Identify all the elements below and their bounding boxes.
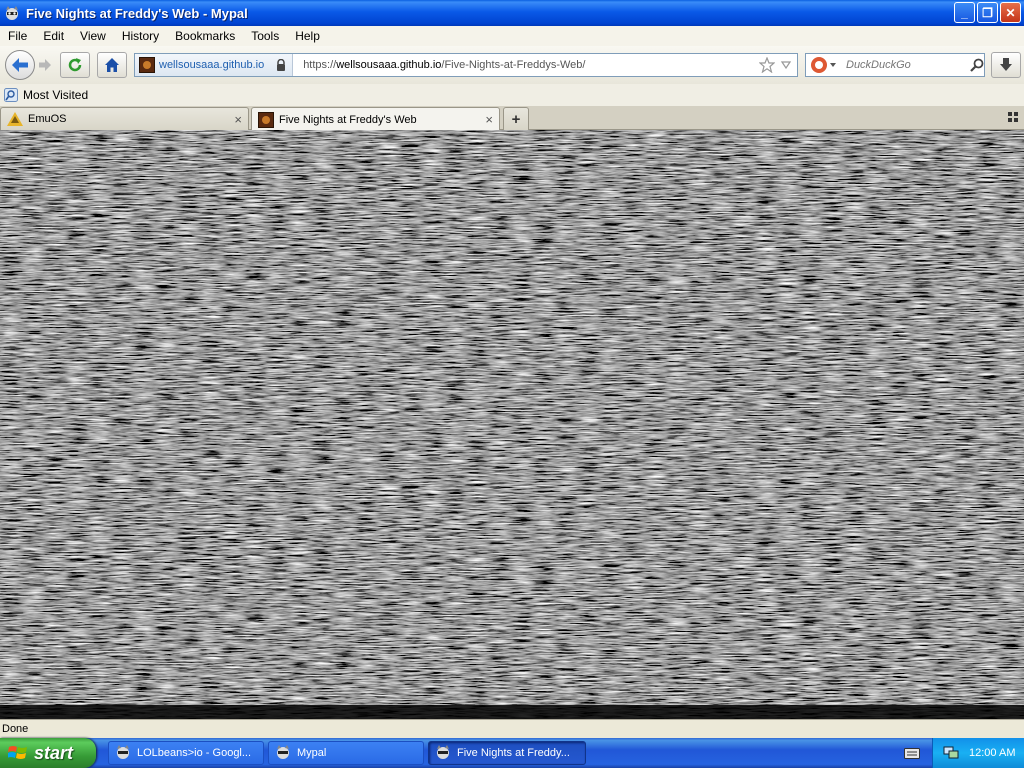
search-bar[interactable] [805,53,985,77]
menu-help[interactable]: Help [287,29,328,43]
site-identity-button[interactable]: wellsousaaa.github.io [135,54,294,76]
menu-bar: File Edit View History Bookmarks Tools H… [0,26,1024,46]
lock-icon [276,59,286,71]
forward-button[interactable] [34,55,56,75]
navigation-toolbar: wellsousaaa.github.io https://wellsousaa… [0,46,1024,84]
reload-icon [68,58,82,72]
title-bar: Five Nights at Freddy's Web - Mypal _ ❐ … [0,0,1024,26]
start-button[interactable]: start [0,738,96,768]
system-tray: 12:00 AM [932,738,1024,768]
emuos-favicon-icon [7,112,23,126]
tab-five-nights-at-freddys-web[interactable]: Five Nights at Freddy's Web × [251,107,500,131]
taskbar-item-five-nights[interactable]: Five Nights at Freddy... [428,741,586,765]
downloads-button[interactable] [991,52,1021,78]
search-icon[interactable] [970,58,984,72]
download-arrow-icon [1000,58,1012,71]
tab-label: EmuOS [28,113,67,125]
mypal-raccoon-icon [275,744,291,763]
tab-close-button[interactable]: × [485,112,493,127]
fnaf-favicon-icon [258,111,274,128]
forward-arrow-icon [39,59,51,71]
tab-close-button[interactable]: × [234,112,242,127]
bookmark-star-icon[interactable] [759,57,775,73]
back-arrow-icon [12,58,28,72]
taskbar-item-mypal[interactable]: Mypal [268,741,424,765]
menu-history[interactable]: History [114,29,167,43]
game-canvas[interactable] [0,130,1024,719]
mypal-raccoon-icon [115,744,131,763]
home-button[interactable] [97,52,127,78]
url-host: wellsousaaa.github.io [336,59,442,71]
clock[interactable]: 12:00 AM [969,747,1015,759]
most-visited-label: Most Visited [23,88,89,102]
minimize-button[interactable]: _ [954,2,975,23]
menu-edit[interactable]: Edit [35,29,72,43]
taskbar-item-label: Five Nights at Freddy... [457,747,570,759]
bookmark-most-visited[interactable]: Most Visited [0,88,88,102]
duckduckgo-icon[interactable] [811,57,827,73]
back-button[interactable] [5,50,35,80]
window-title: Five Nights at Freddy's Web - Mypal [26,5,248,21]
status-text: Done [2,723,29,735]
url-path: /Five-Nights-at-Freddys-Web/ [441,59,586,71]
tab-strip: EmuOS × Five Nights at Freddy's Web × + [0,106,1024,131]
tab-label: Five Nights at Freddy's Web [279,113,417,126]
taskbar: start LOLbeans>io - Googl... Mypal Five … [0,738,1024,768]
tab-list-icon[interactable] [1008,112,1018,122]
reload-button[interactable] [60,52,90,78]
taskbar-item-label: LOLbeans>io - Googl... [137,747,252,759]
url-scheme: https:// [303,59,337,71]
tab-emuos[interactable]: EmuOS × [0,107,249,130]
taskbar-item-lolbeans[interactable]: LOLbeans>io - Googl... [108,741,264,765]
fnaf-favicon-icon [139,57,155,73]
bookmarks-toolbar: Most Visited [0,84,1024,106]
taskbar-item-label: Mypal [297,747,327,759]
engine-dropdown-icon[interactable] [830,63,836,67]
close-button[interactable]: ✕ [1000,2,1021,23]
url-text: https://wellsousaaa.github.io/Five-Night… [303,59,585,71]
menu-file[interactable]: File [0,29,35,43]
mypal-raccoon-icon [4,5,20,21]
menu-bookmarks[interactable]: Bookmarks [167,29,243,43]
search-input[interactable] [846,59,968,71]
site-domain-label: wellsousaaa.github.io [159,59,265,71]
status-bar: Done [0,719,1024,738]
keyboard-language-icon[interactable] [904,746,920,763]
most-visited-icon [4,88,18,102]
windows-logo-icon [8,746,27,759]
maximize-button[interactable]: ❐ [977,2,998,23]
menu-view[interactable]: View [72,29,114,43]
start-label: start [34,742,74,763]
mypal-raccoon-icon [435,744,451,763]
home-icon [105,58,119,72]
address-bar[interactable]: wellsousaaa.github.io https://wellsousaa… [134,53,798,77]
new-tab-button[interactable]: + [503,107,529,130]
menu-tools[interactable]: Tools [243,29,287,43]
tv-static-noise [0,130,1024,719]
network-icon[interactable] [943,744,959,763]
url-dropdown-icon[interactable] [781,61,791,69]
